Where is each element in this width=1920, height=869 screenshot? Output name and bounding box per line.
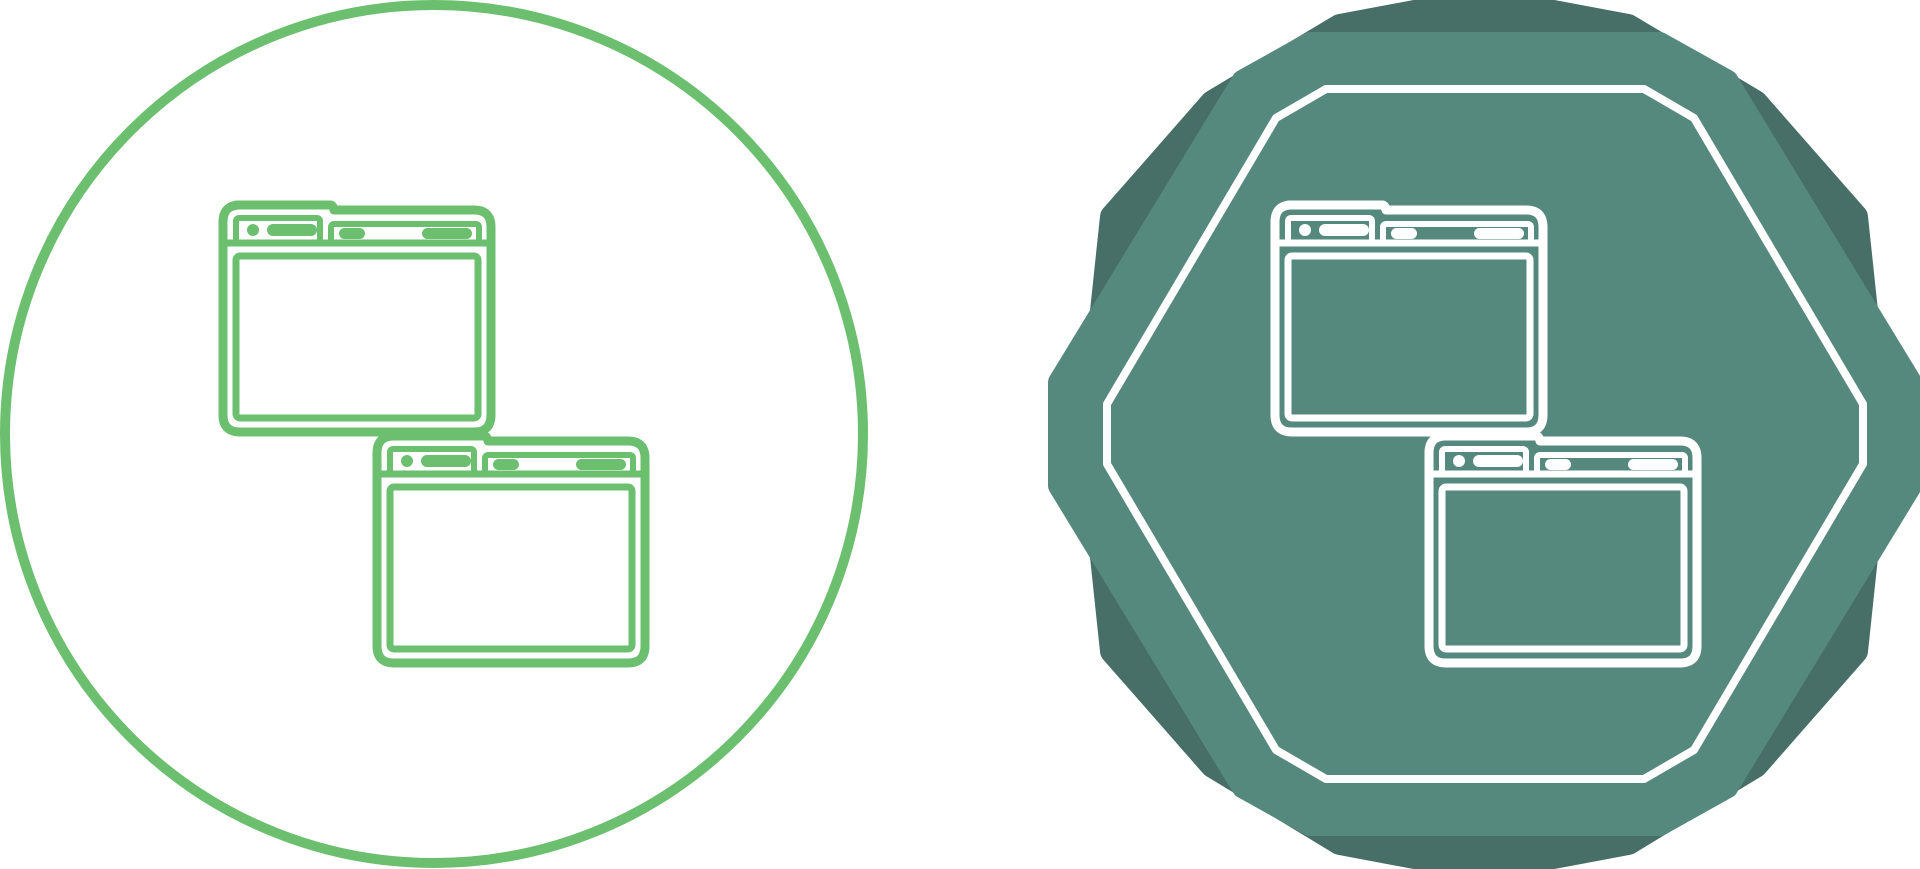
tab-title-bar (267, 224, 317, 236)
tab-title-bar (1473, 455, 1523, 467)
icon-sheet (0, 0, 1920, 869)
tab-title-bar (421, 455, 471, 467)
window-dot-icon (1299, 224, 1311, 236)
window-dot-icon (401, 455, 413, 467)
icon-sheet-svg (0, 0, 1920, 869)
address-left-bar (1391, 228, 1417, 239)
address-left-bar (339, 228, 365, 239)
browser-window-front (372, 431, 650, 668)
window-dot-icon (247, 224, 259, 236)
browser-window-back (218, 200, 496, 437)
badge-variant (1048, 0, 1920, 869)
address-left-bar (1545, 459, 1571, 470)
address-right-bar (422, 228, 472, 239)
window-viewport (232, 252, 482, 422)
address-left-bar (493, 459, 519, 470)
window-frame (372, 431, 650, 668)
window-viewport (386, 483, 636, 653)
window-frame (218, 200, 496, 437)
address-right-bar (576, 459, 626, 470)
outline-variant (0, 0, 868, 868)
address-right-bar (1474, 228, 1524, 239)
tab-title-bar (1319, 224, 1369, 236)
browser-windows-icon (218, 200, 650, 668)
window-dot-icon (1453, 455, 1465, 467)
address-right-bar (1628, 459, 1678, 470)
